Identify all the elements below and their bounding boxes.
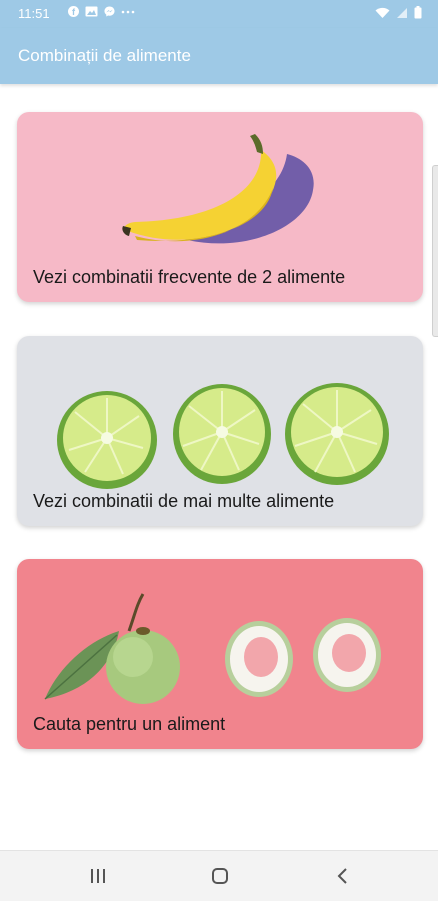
home-icon bbox=[212, 868, 228, 884]
back-icon bbox=[337, 868, 347, 884]
gallery-icon bbox=[85, 6, 98, 17]
home-button[interactable] bbox=[205, 863, 235, 889]
card-label: Vezi combinatii de mai multe alimente bbox=[33, 491, 335, 511]
card-label: Vezi combinatii frecvente de 2 alimente bbox=[33, 267, 346, 287]
status-time: 11:51 bbox=[18, 6, 50, 21]
battery-icon bbox=[414, 6, 422, 19]
signal-icon bbox=[397, 7, 407, 18]
recents-icon bbox=[91, 869, 105, 883]
card-multiple-food-combinations[interactable]: Vezi combinatii de mai multe alimente bbox=[17, 336, 423, 526]
messenger-icon bbox=[104, 6, 115, 17]
system-nav-bar bbox=[0, 850, 438, 901]
edge-panel-handle[interactable] bbox=[432, 165, 438, 337]
back-button[interactable] bbox=[327, 863, 357, 889]
status-bar: 11:51 f bbox=[0, 0, 438, 28]
recents-button[interactable] bbox=[83, 863, 113, 889]
page-title: Combinații de alimente bbox=[18, 46, 191, 65]
card-two-food-combinations[interactable]: Vezi combinatii frecvente de 2 alimente bbox=[17, 112, 423, 302]
app-bar: Combinații de alimente bbox=[0, 28, 438, 84]
wifi-icon bbox=[375, 7, 390, 18]
notification-icons: f bbox=[68, 6, 135, 17]
card-label: Cauta pentru un aliment bbox=[33, 714, 226, 734]
facebook-icon: f bbox=[68, 6, 79, 17]
system-icons bbox=[375, 6, 422, 19]
card-search-food[interactable]: Cauta pentru un aliment bbox=[17, 559, 423, 749]
more-dots-icon bbox=[121, 10, 135, 14]
